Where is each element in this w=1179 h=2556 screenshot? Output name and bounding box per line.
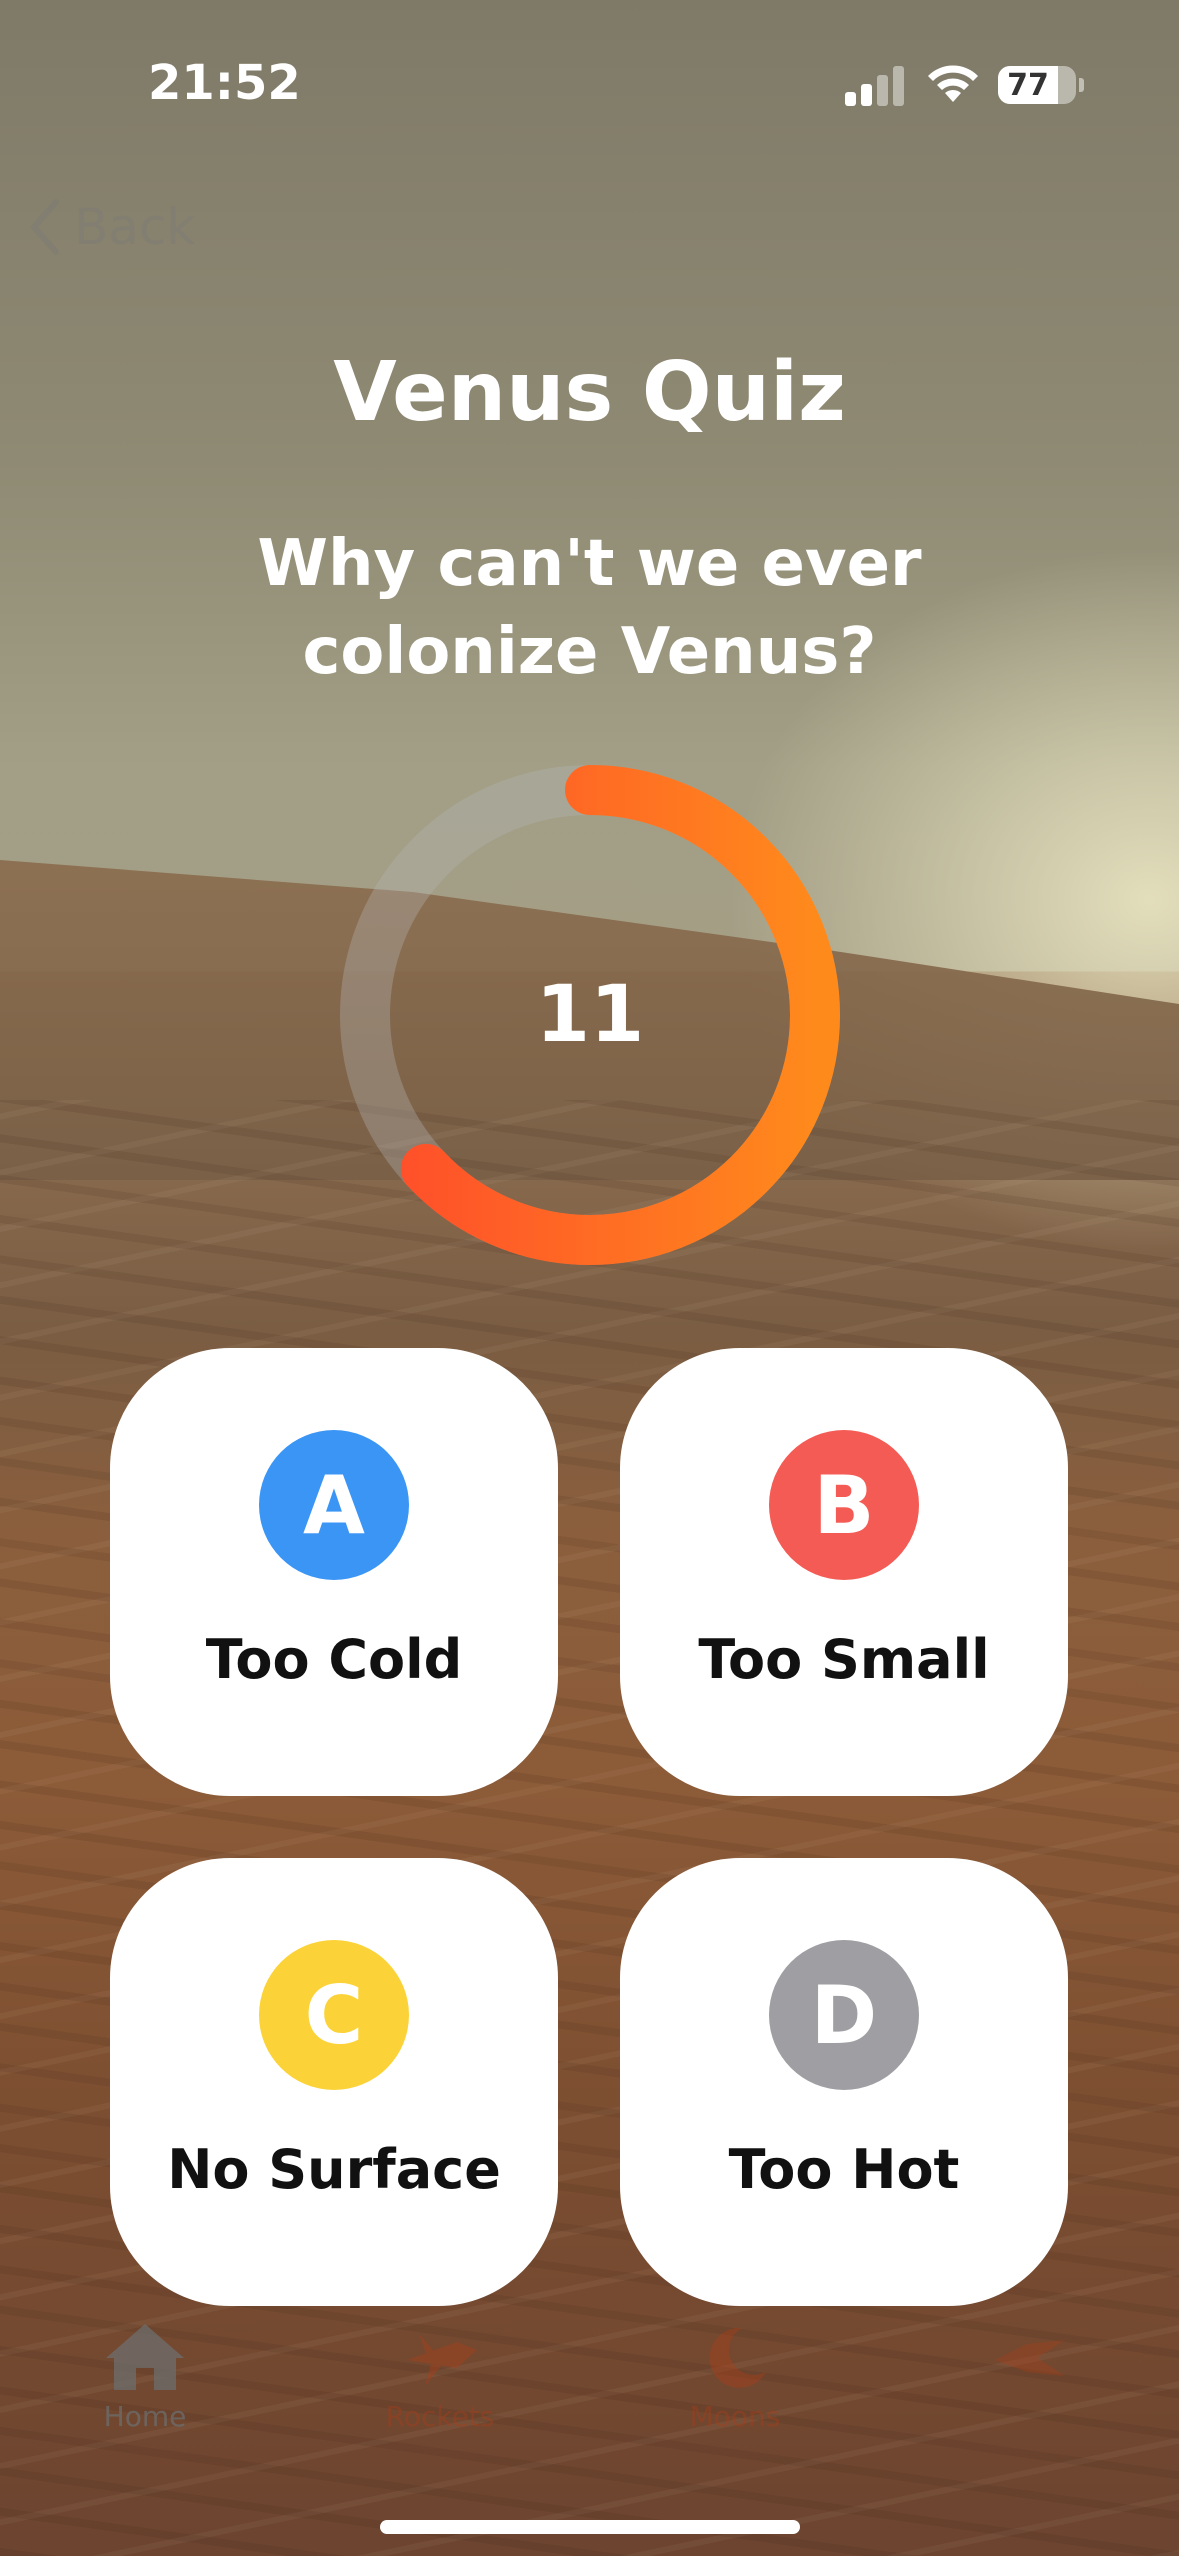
answer-option-a[interactable]: A Too Cold [110, 1348, 558, 1796]
wifi-icon [928, 65, 978, 102]
battery-icon: 77 [998, 66, 1084, 104]
signal-icon [845, 62, 905, 106]
house-icon [106, 2324, 184, 2390]
battery-level: 77 [1007, 68, 1049, 103]
answer-letter-badge: D [769, 1940, 919, 2090]
tab-moons[interactable]: Moons [645, 2320, 825, 2433]
answer-letter: B [813, 1458, 875, 1552]
back-label: Back [74, 198, 196, 256]
tab-more[interactable] [940, 2320, 1120, 2400]
tab-label: Moons [689, 2400, 781, 2433]
timer-value: 11 [535, 970, 645, 1060]
answer-option-d[interactable]: D Too Hot [620, 1858, 1068, 2306]
page-title: Venus Quiz [333, 345, 846, 440]
answer-option-b[interactable]: B Too Small [620, 1348, 1068, 1796]
tab-home[interactable]: Home [55, 2320, 235, 2433]
answer-text: Too Cold [205, 1628, 463, 1691]
tab-rockets[interactable]: Rockets [350, 2320, 530, 2433]
status-time: 21:52 [148, 55, 301, 111]
tab-label: Home [103, 2400, 187, 2433]
question-text: Why can't we ever colonize Venus? [257, 527, 922, 689]
back-button[interactable]: Back [28, 192, 195, 262]
moon-icon [709, 2327, 766, 2388]
answer-letter: A [303, 1458, 365, 1552]
answer-letter-badge: A [259, 1430, 409, 1580]
tab-label: Rockets [385, 2400, 495, 2433]
answer-option-c[interactable]: C No Surface [110, 1858, 558, 2306]
answer-text: Too Hot [728, 2138, 960, 2201]
answer-text: No Surface [167, 2138, 501, 2201]
rocket-icon [407, 2334, 477, 2386]
answer-letter: C [304, 1968, 364, 2062]
answer-text: Too Small [698, 1628, 990, 1691]
home-indicator[interactable] [380, 2520, 800, 2534]
countdown-timer: 11 [340, 765, 840, 1265]
chevron-left-icon [31, 199, 59, 255]
status-bar: 21:52 77 [0, 0, 1179, 150]
answer-letter: D [810, 1968, 878, 2062]
answer-letter-badge: B [769, 1430, 919, 1580]
more-icon [995, 2340, 1065, 2376]
answer-letter-badge: C [259, 1940, 409, 2090]
tab-bar: Home Rockets Moons [0, 2320, 1179, 2470]
